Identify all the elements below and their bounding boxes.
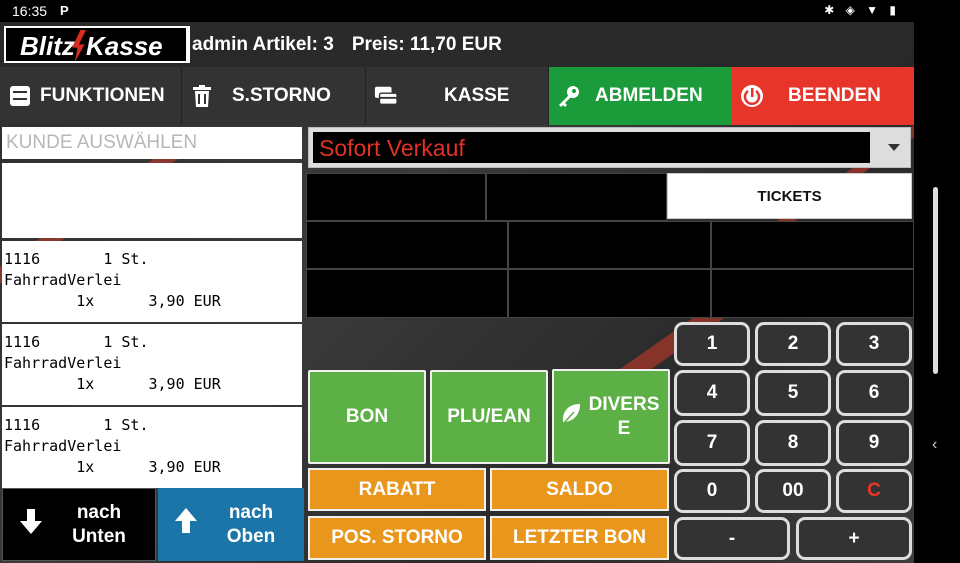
bon-button[interactable]: BON <box>308 370 426 464</box>
storno-label: S.STORNO <box>232 85 331 106</box>
receipt-item[interactable]: 1116 1 St. FahrradVerlei 1x 3,90 EUR <box>2 407 302 488</box>
scroll-down-button[interactable]: nach Unten <box>2 488 156 561</box>
header-info: admin Artikel: 3 Preis: 11,70 EUR <box>192 34 502 56</box>
total-price: Preis: 11,70 EUR <box>351 34 502 55</box>
scroll-up-label: nach Oben <box>226 501 276 547</box>
category-tile[interactable] <box>711 269 914 318</box>
chevron-left-icon[interactable]: ‹ <box>932 436 937 454</box>
plu-ean-label: PLU/EAN <box>447 406 531 427</box>
beenden-button[interactable]: BEENDEN <box>732 67 914 125</box>
key-plus[interactable]: + <box>796 517 912 560</box>
abmelden-label: ABMELDEN <box>595 85 703 106</box>
sale-type-value: Sofort Verkauf <box>313 132 870 163</box>
category-tile[interactable] <box>306 221 508 269</box>
top-navigation: FUNKTIONEN S.STORNO KASSE ABMELDEN BEEND… <box>0 67 914 125</box>
pos-storno-label: POS. STORNO <box>331 527 463 548</box>
logo-text-kasse: Kasse <box>86 31 163 61</box>
clock: 16:35 <box>12 3 48 19</box>
key-1[interactable]: 1 <box>674 322 750 366</box>
cash-register-icon <box>374 84 398 108</box>
category-tile[interactable] <box>306 173 486 221</box>
system-status-icons: ✱ ◈ ▼ ▮ <box>824 3 900 17</box>
letzter-bon-button[interactable]: LETZTER BON <box>490 516 669 560</box>
key-4[interactable]: 4 <box>674 370 750 416</box>
power-icon <box>740 84 764 108</box>
category-tile[interactable] <box>711 221 914 269</box>
scroll-down-label: nach Unten <box>72 501 126 547</box>
abmelden-button[interactable]: ABMELDEN <box>549 67 732 125</box>
rabatt-label: RABATT <box>358 478 436 500</box>
rabatt-button[interactable]: RABATT <box>308 468 486 511</box>
receipt-header-area <box>2 163 302 238</box>
key-00[interactable]: 00 <box>755 469 831 513</box>
arrow-down-icon <box>11 507 51 542</box>
customer-select-input[interactable]: KUNDE AUSWÄHLEN <box>2 127 302 159</box>
category-tile[interactable] <box>486 173 667 221</box>
user-article-count: admin Artikel: 3 <box>192 34 334 55</box>
chevron-down-icon <box>888 144 900 151</box>
funktionen-label: FUNKTIONEN <box>40 85 165 106</box>
logo-text-blitz: Blitz <box>20 31 75 61</box>
key-3[interactable]: 3 <box>836 322 912 366</box>
item-line-1: 1116 1 St. <box>4 333 149 351</box>
diverse-label: DIVERS E <box>588 393 660 439</box>
key-8[interactable]: 8 <box>755 420 831 466</box>
receipt-item[interactable]: 1116 1 St. FahrradVerlei 1x 3,90 EUR <box>2 324 302 405</box>
item-line-3: 1x 3,90 EUR <box>4 375 221 393</box>
key-clear[interactable]: C <box>836 469 912 513</box>
item-line-3: 1x 3,90 EUR <box>4 292 221 310</box>
key-9[interactable]: 9 <box>836 420 912 466</box>
scroll-up-button[interactable]: nach Oben <box>158 488 304 561</box>
arrow-up-icon <box>166 507 206 542</box>
bon-label: BON <box>345 406 389 427</box>
diverse-button[interactable]: DIVERS E <box>552 369 670 464</box>
key-2[interactable]: 2 <box>755 322 831 366</box>
category-tile[interactable] <box>508 269 711 318</box>
beenden-label: BEENDEN <box>788 85 881 106</box>
saldo-button[interactable]: SALDO <box>490 468 669 511</box>
status-bar: 16:35 P ✱ ◈ ▼ ▮ <box>0 0 960 22</box>
key-0[interactable]: 0 <box>674 469 750 513</box>
pos-storno-button[interactable]: POS. STORNO <box>308 516 486 560</box>
blitzkasse-logo: Blitz Kasse <box>4 26 190 63</box>
item-line-2: FahrradVerlei <box>4 354 122 372</box>
letzter-bon-label: LETZTER BON <box>513 527 646 548</box>
item-line-3: 1x 3,90 EUR <box>4 458 221 476</box>
saldo-label: SALDO <box>546 478 613 500</box>
key-icon <box>557 84 581 108</box>
trash-icon <box>190 84 214 108</box>
pos-app: Blitz Kasse admin Artikel: 3 Preis: 11,70… <box>0 22 914 563</box>
key-minus[interactable]: - <box>674 517 790 560</box>
leaf-icon <box>560 402 582 432</box>
header-bar: Blitz Kasse admin Artikel: 3 Preis: 11,70… <box>0 22 914 67</box>
tickets-category-tile[interactable]: TICKETS <box>667 173 912 219</box>
item-line-2: FahrradVerlei <box>4 271 122 289</box>
key-5[interactable]: 5 <box>755 370 831 416</box>
plu-ean-button[interactable]: PLU/EAN <box>430 370 548 464</box>
item-line-2: FahrradVerlei <box>4 437 122 455</box>
key-7[interactable]: 7 <box>674 420 750 466</box>
item-line-1: 1116 1 St. <box>4 416 149 434</box>
menu-panel-icon <box>8 84 32 108</box>
item-line-1: 1116 1 St. <box>4 250 149 268</box>
kasse-button[interactable]: KASSE <box>366 67 549 125</box>
category-tile[interactable] <box>306 269 508 318</box>
receipt-item[interactable]: 1116 1 St. FahrradVerlei 1x 3,90 EUR <box>2 241 302 322</box>
funktionen-button[interactable]: FUNKTIONEN <box>0 67 182 125</box>
parking-notification-icon: P <box>60 3 69 18</box>
key-6[interactable]: 6 <box>836 370 912 416</box>
kasse-label: KASSE <box>444 85 510 106</box>
scrollbar[interactable] <box>933 187 938 374</box>
sale-type-dropdown[interactable]: Sofort Verkauf <box>308 127 911 168</box>
storno-button[interactable]: S.STORNO <box>182 67 366 125</box>
category-tile[interactable] <box>508 221 711 269</box>
